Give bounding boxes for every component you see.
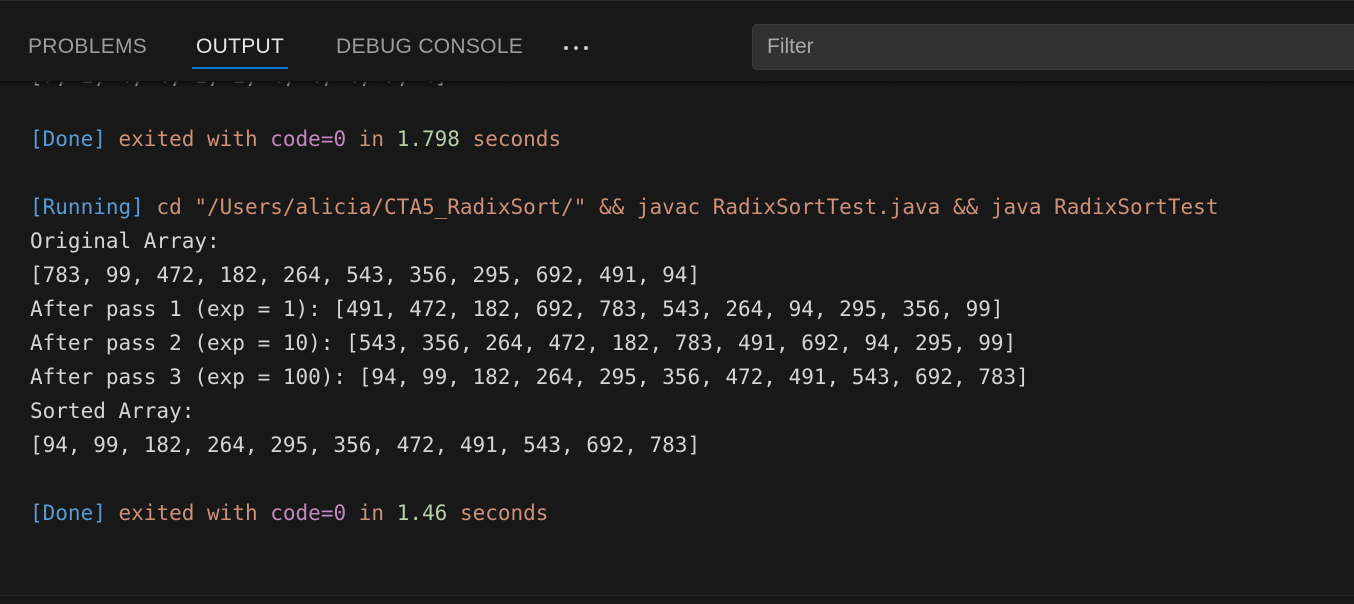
tab-debug-console[interactable]: DEBUG CONSOLE: [336, 11, 523, 81]
panel-tab-bar: PROBLEMS OUTPUT DEBUG CONSOLE: [0, 11, 1354, 81]
active-tab-indicator: [192, 67, 289, 69]
output-line: Sorted Array:: [30, 399, 195, 423]
exited-text: exited with: [118, 501, 258, 525]
duration-value: 1.46: [396, 501, 448, 525]
run-command: cd "/Users/alicia/CTA5_RadixSort/" && ja…: [156, 195, 1219, 219]
output-line: [783, 99, 472, 182, 264, 543, 356, 295, …: [30, 263, 701, 287]
tab-output-label: OUTPUT: [196, 35, 285, 58]
panel-bottom-border: [0, 595, 1354, 604]
done-line-1: [Done] exited with code=0 in 1.798 secon…: [30, 122, 561, 156]
output-line: Original Array:: [30, 229, 220, 253]
output-panel: PROBLEMS OUTPUT DEBUG CONSOLE [7, 1, 4, …: [0, 0, 1354, 604]
seconds-text: seconds: [472, 127, 562, 151]
output-line: [94, 99, 182, 264, 295, 356, 472, 491, 5…: [30, 433, 701, 457]
scroll-shadow: [0, 81, 1354, 87]
filter-input[interactable]: [752, 24, 1354, 70]
output-line: After pass 1 (exp = 1): [491, 472, 182, …: [30, 297, 1004, 321]
in-text: in: [358, 127, 385, 151]
exited-text: exited with: [118, 127, 258, 151]
more-actions-icon[interactable]: [560, 11, 592, 81]
tab-output[interactable]: OUTPUT: [192, 11, 289, 81]
running-line: [Running] cd "/Users/alicia/CTA5_RadixSo…: [30, 190, 1218, 224]
seconds-text: seconds: [459, 501, 549, 525]
done-line-2: [Done] exited with code=0 in 1.46 second…: [30, 496, 548, 530]
exit-code: code=0: [270, 127, 347, 151]
exit-code: code=0: [270, 501, 347, 525]
done-tag: [Done]: [30, 127, 106, 151]
in-text: in: [358, 501, 385, 525]
tab-problems[interactable]: PROBLEMS: [28, 11, 147, 81]
duration-value: 1.798: [396, 127, 460, 151]
output-log[interactable]: [7, 1, 4, 4, 1, 1, 4, 4, 4, 7, 4] [Done]…: [0, 81, 1354, 597]
running-tag: [Running]: [30, 195, 144, 219]
done-tag: [Done]: [30, 501, 106, 525]
output-line: After pass 2 (exp = 10): [543, 356, 264,…: [30, 331, 1017, 355]
output-line: After pass 3 (exp = 100): [94, 99, 182, …: [30, 365, 1029, 389]
